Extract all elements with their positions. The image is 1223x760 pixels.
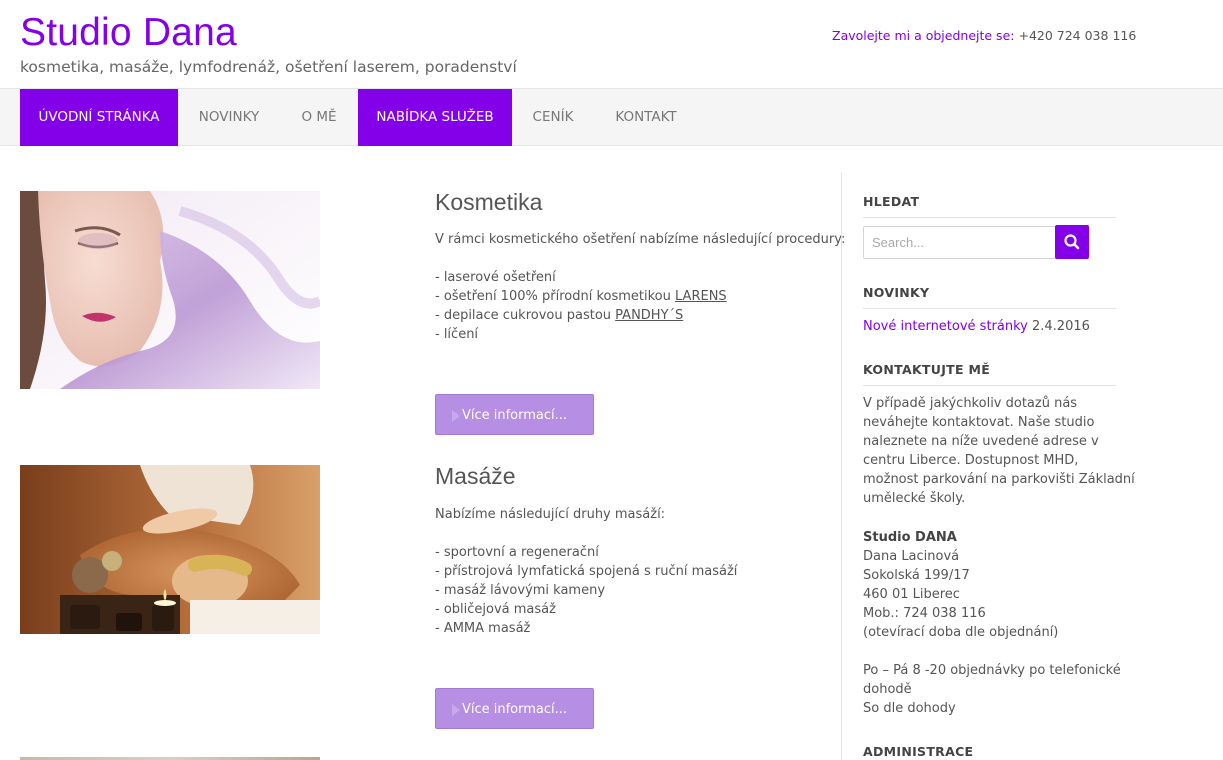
contact-paragraph-line: naleznete na níže uvedené adrese v [863,434,1099,449]
massages-more-info-button[interactable]: Více informací... [435,688,594,729]
contact-paragraph: V případě jakýchkoliv dotazů nás neváhej… [863,394,1135,508]
address-line: Mob.: 724 038 116 [863,606,986,621]
nav-item-contact[interactable]: KONTAKT [594,89,698,146]
service-massages-title: Masáže [435,463,516,489]
contact-heading: KONTAKTUJTE MĚ [863,361,1116,386]
larens-link[interactable]: LARENS [675,289,727,304]
contact-address: Studio DANA Dana Lacinová Sokolská 199/1… [863,528,1121,642]
hours-line: dohodě [863,682,912,697]
contact-paragraph-line: centru Liberce. Dostupnost MHD, [863,453,1079,468]
main-nav: ÚVODNÍ STRÁNKA NOVINKY O MĚ NABÍDKA SLUŽ… [0,88,1223,146]
address-line: Dana Lacinová [863,549,960,564]
list-item-text: - depilace cukrovou pastou [435,308,612,323]
service-massages-list: - sportovní a regenerační - přístrojová … [435,543,737,638]
nav-item-home[interactable]: ÚVODNÍ STRÁNKA [20,89,178,146]
site-header: Studio Dana kosmetika, masáže, lymfodren… [0,0,1223,88]
service-cosmetics-title: Kosmetika [435,189,543,215]
address-line: Sokolská 199/17 [863,568,970,583]
header-contact-phone: +420 724 038 116 [1018,28,1137,43]
contact-paragraph-line: umělecké školy. [863,491,966,506]
service-cosmetics-image [20,191,320,389]
arrow-icon [452,704,460,716]
search-heading: HLEDAT [863,193,1116,218]
arrow-icon [452,410,460,422]
hours-line: Po – Pá 8 -20 objednávky po telefonické [863,663,1121,678]
site-title[interactable]: Studio Dana [20,10,237,56]
search-input[interactable] [863,226,1056,259]
header-contact: Zavolejte mi a objednejte se: +420 724 0… [832,27,1136,45]
nav-item-services[interactable]: NABÍDKA SLUŽEB [358,89,512,146]
list-item: - přístrojová lymfatická spojená s ruční… [435,564,738,579]
news-item: Nové internetové stránky 2.4.2016 [863,317,1090,336]
sidebar-divider [841,172,842,760]
list-item-text: - ošetření 100% přírodní kosmetikou [435,289,671,304]
studio-name: Studio DANA [863,530,957,545]
list-item: - ošetření 100% přírodní kosmetikou LARE… [435,287,727,306]
massage-photo [20,465,320,634]
list-item: - depilace cukrovou pastou PANDHY´S [435,306,727,325]
service-cosmetics-list: - laserové ošetření - ošetření 100% přír… [435,268,727,344]
address-line: 460 01 Liberec [863,587,960,602]
more-info-label: Více informací... [461,408,568,423]
admin-heading: ADMINISTRACE [863,744,974,759]
list-item: - masáž lávovými kameny [435,583,606,598]
service-massages-image [20,465,320,634]
list-item: - obličejová masáž [435,602,556,617]
search-button[interactable] [1055,225,1089,259]
service-cosmetics-intro: V rámci kosmetického ošetření nabízíme n… [435,232,846,247]
nav-item-news[interactable]: NOVINKY [178,89,280,146]
service-massages-intro: Nabízíme následující druhy masáží: [435,507,666,522]
news-heading: NOVINKY [863,284,1116,309]
news-date: 2.4.2016 [1032,319,1090,334]
more-info-label: Více informací... [461,702,568,717]
nav-item-about[interactable]: O MĚ [280,89,358,146]
contact-paragraph-line: neváhejte kontaktovat. Naše studio [863,415,1095,430]
pandhys-link[interactable]: PANDHY´S [615,308,683,323]
list-item: - laserové ošetření [435,270,556,285]
list-item: - sportovní a regenerační [435,545,599,560]
address-line: (otevírací doba dle objednání) [863,625,1059,640]
search-icon [1064,234,1080,250]
cosmetics-photo [20,191,320,389]
opening-hours: Po – Pá 8 -20 objednávky po telefonické … [863,661,1121,718]
cosmetics-more-info-button[interactable]: Více informací... [435,394,594,435]
nav-item-pricing[interactable]: CENÍK [512,89,594,146]
contact-paragraph-line: možnost parkování na parkovišti Základní [863,472,1135,487]
news-link[interactable]: Nové internetové stránky [863,319,1028,334]
header-contact-label: Zavolejte mi a objednejte se: [832,28,1015,43]
list-item: - líčení [435,327,479,342]
hours-line: So dle dohody [863,701,956,716]
list-item: - AMMA masáž [435,621,531,636]
site-tagline: kosmetika, masáže, lymfodrenáž, ošetření… [20,58,517,76]
contact-paragraph-line: V případě jakýchkoliv dotazů nás [863,396,1078,411]
